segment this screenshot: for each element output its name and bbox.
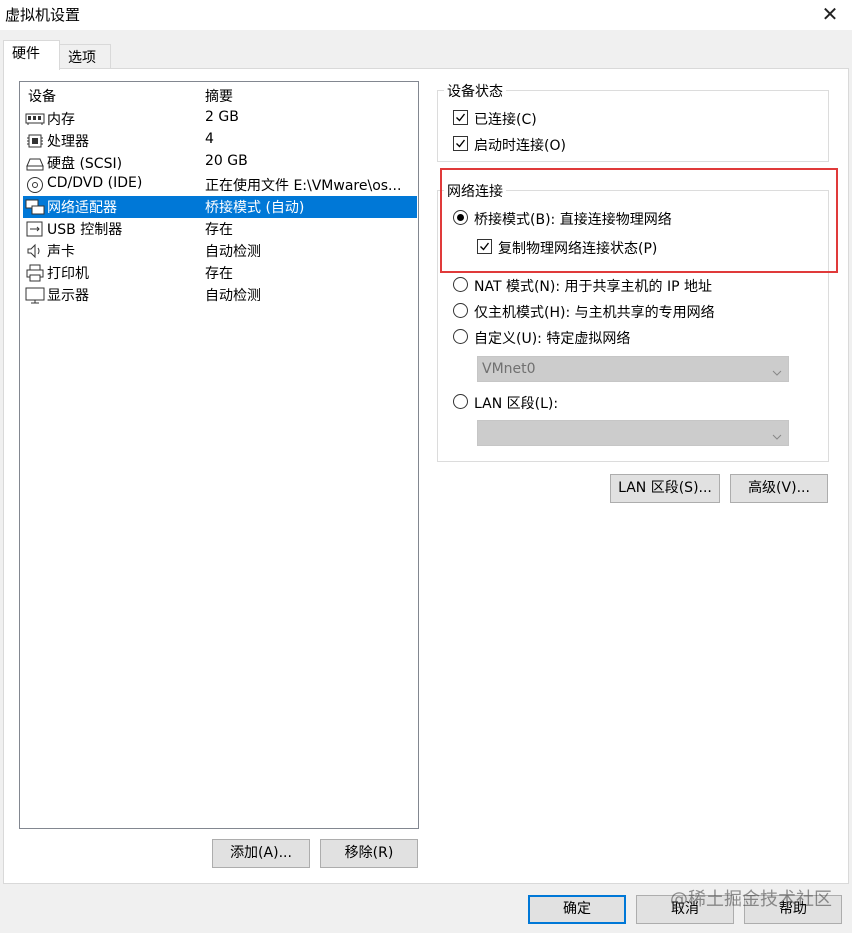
chevron-down-icon xyxy=(772,365,782,381)
device-row-memory[interactable]: 内存 2 GB xyxy=(23,108,417,130)
device-summary: 4 xyxy=(205,131,214,147)
add-device-button[interactable]: 添加(A)... xyxy=(212,839,310,868)
processor-icon xyxy=(25,132,45,150)
nat-label[interactable]: NAT 模式(N): 用于共享主机的 IP 地址 xyxy=(474,276,712,296)
advanced-button[interactable]: 高级(V)... xyxy=(730,474,828,503)
device-summary: 桥接模式 (自动) xyxy=(205,200,305,216)
custom-radio[interactable] xyxy=(453,329,468,344)
printer-icon xyxy=(25,264,45,282)
lan-segment-radio[interactable] xyxy=(453,394,468,409)
device-row-usb-controller[interactable]: USB 控制器 存在 xyxy=(23,218,417,240)
device-name: 内存 xyxy=(47,112,75,128)
connected-checkbox[interactable] xyxy=(453,110,468,125)
device-summary: 自动检测 xyxy=(205,244,261,260)
lan-segment-select[interactable] xyxy=(477,420,789,446)
connect-at-power-on-checkbox[interactable] xyxy=(453,136,468,151)
memory-icon xyxy=(25,110,45,128)
device-summary: 自动检测 xyxy=(205,288,261,304)
nat-radio[interactable] xyxy=(453,277,468,292)
device-name: 打印机 xyxy=(47,266,89,282)
device-name: 处理器 xyxy=(47,134,89,150)
device-summary: 2 GB xyxy=(205,109,239,125)
device-row-network-adapter[interactable]: 网络适配器 桥接模式 (自动) xyxy=(23,196,417,218)
tab-options[interactable]: 选项 xyxy=(59,44,111,70)
title-bar: 虚拟机设置 ✕ xyxy=(0,0,852,30)
watermark-text: @稀土掘金技术社区 xyxy=(670,889,832,910)
device-summary: 正在使用文件 E:\VMware\os... xyxy=(205,178,402,194)
ok-button[interactable]: 确定 xyxy=(528,895,626,924)
network-adapter-icon xyxy=(25,198,45,216)
tab-hardware[interactable]: 硬件 xyxy=(3,40,60,70)
device-name: 网络适配器 xyxy=(47,200,117,216)
column-header-summary[interactable]: 摘要 xyxy=(205,86,233,106)
device-summary: 20 GB xyxy=(205,153,248,169)
usb-icon xyxy=(25,220,45,238)
device-summary: 存在 xyxy=(205,266,233,282)
cd-dvd-icon xyxy=(25,176,45,194)
chevron-down-icon xyxy=(772,429,782,445)
device-name: CD/DVD (IDE) xyxy=(47,175,143,191)
device-row-processor[interactable]: 处理器 4 xyxy=(23,130,417,152)
device-row-cd-dvd[interactable]: CD/DVD (IDE) 正在使用文件 E:\VMware\os... xyxy=(23,174,417,196)
host-only-radio[interactable] xyxy=(453,303,468,318)
window-title: 虚拟机设置 xyxy=(5,6,81,24)
lan-segments-button[interactable]: LAN 区段(S)... xyxy=(610,474,720,503)
connected-label[interactable]: 已连接(C) xyxy=(474,109,537,129)
device-status-title: 设备状态 xyxy=(444,81,506,101)
device-row-hard-disk[interactable]: 硬盘 (SCSI) 20 GB xyxy=(23,152,417,174)
device-row-sound-card[interactable]: 声卡 自动检测 xyxy=(23,240,417,262)
custom-label[interactable]: 自定义(U): 特定虚拟网络 xyxy=(474,328,630,348)
remove-device-button[interactable]: 移除(R) xyxy=(320,839,418,868)
column-header-device[interactable]: 设备 xyxy=(28,86,56,106)
device-name: USB 控制器 xyxy=(47,222,123,238)
lan-segment-label[interactable]: LAN 区段(L): xyxy=(474,393,558,413)
custom-network-select[interactable]: VMnet0 xyxy=(477,356,789,382)
device-summary: 存在 xyxy=(205,222,233,238)
custom-network-value: VMnet0 xyxy=(482,361,536,377)
device-name: 硬盘 (SCSI) xyxy=(47,156,123,172)
connect-at-power-on-label[interactable]: 启动时连接(O) xyxy=(474,135,566,155)
sound-card-icon xyxy=(25,242,45,260)
device-row-display[interactable]: 显示器 自动检测 xyxy=(23,284,417,306)
close-button[interactable]: ✕ xyxy=(818,2,842,26)
device-name: 显示器 xyxy=(47,288,89,304)
device-row-printer[interactable]: 打印机 存在 xyxy=(23,262,417,284)
hard-disk-icon xyxy=(25,154,45,172)
device-list[interactable]: 设备 摘要 内存 2 GB 处理器 4 硬盘 (SCSI) 20 GB CD/D… xyxy=(19,81,419,829)
device-name: 声卡 xyxy=(47,244,75,260)
display-icon xyxy=(25,286,45,304)
host-only-label[interactable]: 仅主机模式(H): 与主机共享的专用网络 xyxy=(474,302,715,322)
highlight-annotation-box xyxy=(440,168,838,273)
